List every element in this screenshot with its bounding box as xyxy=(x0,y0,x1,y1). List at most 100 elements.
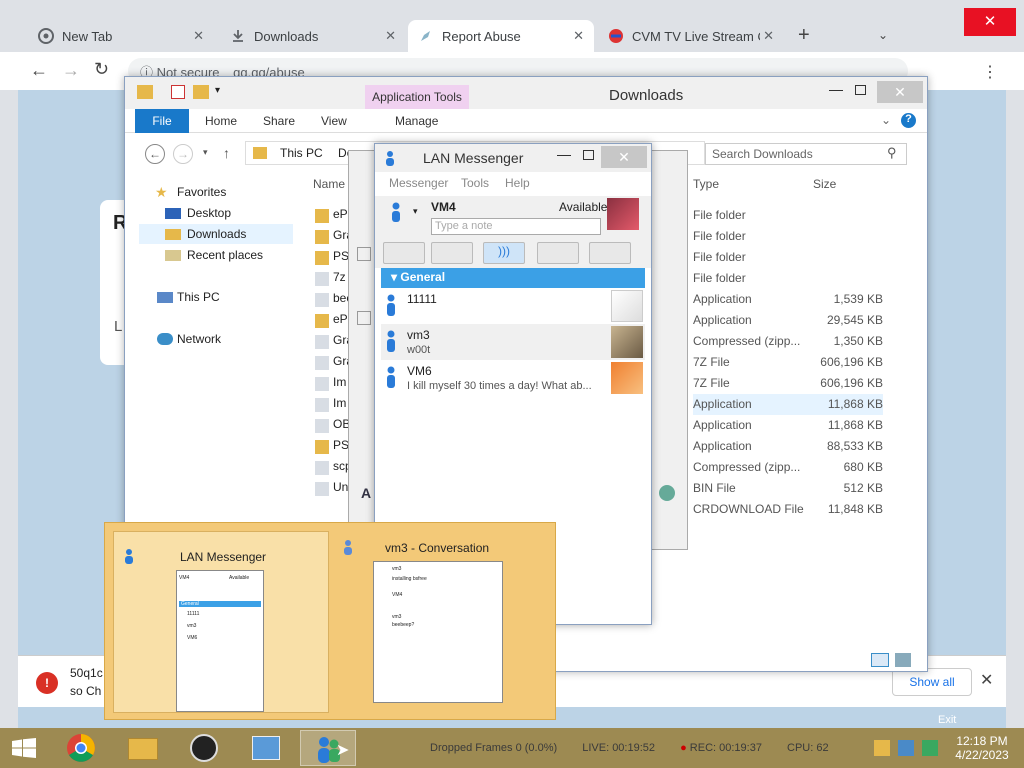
file-row[interactable]: File folder xyxy=(693,226,883,247)
reload-icon[interactable]: ↻ xyxy=(94,59,109,80)
properties-icon[interactable] xyxy=(171,85,185,99)
file-name[interactable]: PS xyxy=(333,249,349,263)
broadcast-button[interactable] xyxy=(383,242,425,264)
tab-home[interactable]: Home xyxy=(195,109,247,133)
group-general[interactable]: ▾ General xyxy=(381,268,645,288)
new-tab-button[interactable]: + xyxy=(798,24,810,47)
file-row[interactable]: Application 1,539 KB xyxy=(693,289,883,310)
new-folder-icon[interactable] xyxy=(193,85,209,99)
note-input[interactable]: Type a note xyxy=(431,218,601,235)
tray-folder-icon[interactable] xyxy=(874,740,890,756)
minimize-icon[interactable]: — xyxy=(829,81,843,97)
close-icon[interactable]: ✕ xyxy=(573,28,584,44)
close-icon[interactable]: ✕ xyxy=(601,146,647,168)
address-this-pc[interactable]: This PC xyxy=(280,146,323,160)
tab-share[interactable]: Share xyxy=(253,109,305,133)
thumbnail-title[interactable]: vm3 - Conversation xyxy=(385,541,489,555)
menu-icon[interactable]: ⋮ xyxy=(982,62,998,82)
tab-manage[interactable]: Manage xyxy=(385,109,448,133)
file-name[interactable]: Im xyxy=(333,396,346,410)
my-status[interactable]: Available xyxy=(559,200,607,214)
start-button[interactable] xyxy=(0,730,48,766)
send-icon[interactable] xyxy=(659,485,675,501)
close-icon[interactable]: ✕ xyxy=(385,28,396,44)
network-tray-icon[interactable] xyxy=(898,740,914,756)
column-size[interactable]: Size xyxy=(813,177,836,191)
status-dropdown-icon[interactable]: ▾ xyxy=(413,206,418,217)
close-window-button[interactable]: ✕ xyxy=(964,8,1016,36)
exit-label[interactable]: Exit xyxy=(938,714,956,726)
tab-cvm-tv[interactable]: CVM TV Live Stream On ✕ xyxy=(598,20,784,52)
menu-messenger[interactable]: Messenger xyxy=(389,176,448,190)
file-row[interactable]: 7Z File 606,196 KB xyxy=(693,373,883,394)
tab-report-abuse[interactable]: Report Abuse ✕ xyxy=(408,20,594,52)
column-name[interactable]: Name xyxy=(313,177,345,191)
nav-this-pc[interactable]: This PC xyxy=(177,290,220,304)
taskbar-chrome[interactable] xyxy=(54,730,110,766)
file-row[interactable]: Compressed (zipp... 1,350 KB xyxy=(693,331,883,352)
contact-item[interactable]: VM6 I kill myself 30 times a day! What a… xyxy=(381,360,645,396)
chevron-down-icon[interactable]: ⌄ xyxy=(881,113,891,127)
nav-favorites[interactable]: Favorites xyxy=(177,185,226,199)
recent-dropdown-icon[interactable]: ▾ xyxy=(203,147,208,158)
my-avatar[interactable] xyxy=(607,198,639,230)
file-row[interactable]: Application 29,545 KB xyxy=(693,310,883,331)
file-name[interactable]: Un xyxy=(333,480,348,494)
menu-tools[interactable]: Tools xyxy=(461,176,489,190)
settings-button[interactable] xyxy=(589,242,631,264)
file-name[interactable]: PS xyxy=(333,438,349,452)
taskbar-control-panel[interactable] xyxy=(238,730,294,766)
contact-item[interactable]: 11111 xyxy=(381,288,645,324)
back-icon[interactable]: ← xyxy=(30,60,48,81)
file-row[interactable]: File folder xyxy=(693,247,883,268)
minimize-icon[interactable]: — xyxy=(557,146,571,162)
thumbnail-lan-messenger[interactable]: LAN Messenger VM4 Available General 1111… xyxy=(113,531,329,713)
close-icon[interactable]: ✕ xyxy=(763,28,774,44)
file-name[interactable]: eP xyxy=(333,312,348,326)
file-name[interactable]: 7z xyxy=(333,270,346,284)
file-name[interactable]: Im xyxy=(333,375,346,389)
show-all-button[interactable]: Show all xyxy=(892,668,972,696)
tab-downloads[interactable]: Downloads ✕ xyxy=(220,20,406,52)
search-input[interactable]: Search Downloads xyxy=(705,143,907,165)
file-row[interactable]: Compressed (zipp... 680 KB xyxy=(693,457,883,478)
large-icons-view-icon[interactable] xyxy=(895,653,911,667)
tab-view[interactable]: View xyxy=(311,109,357,133)
menu-help[interactable]: Help xyxy=(505,176,530,190)
add-contact-button[interactable] xyxy=(537,242,579,264)
details-view-icon[interactable] xyxy=(871,653,889,667)
file-row[interactable]: 7Z File 606,196 KB xyxy=(693,352,883,373)
taskbar-obs[interactable] xyxy=(176,730,232,766)
nav-network[interactable]: Network xyxy=(177,332,221,346)
column-type[interactable]: Type xyxy=(693,177,719,191)
tab-file[interactable]: File xyxy=(135,109,189,133)
close-icon[interactable]: ✕ xyxy=(877,81,923,103)
download-name[interactable]: 50q1c xyxy=(70,666,103,680)
forward-icon[interactable]: → xyxy=(173,144,193,164)
close-icon[interactable]: ✕ xyxy=(193,28,204,44)
nav-downloads[interactable]: Downloads xyxy=(187,227,246,241)
back-icon[interactable]: ← xyxy=(145,144,165,164)
file-row[interactable]: File folder xyxy=(693,205,883,226)
file-transfer-button[interactable] xyxy=(431,242,473,264)
taskbar-explorer[interactable] xyxy=(114,730,170,766)
file-row[interactable]: File folder xyxy=(693,268,883,289)
quick-access-dropdown-icon[interactable]: ▾ xyxy=(215,85,220,96)
rss-button[interactable]: ))) xyxy=(483,242,525,264)
nav-recent-places[interactable]: Recent places xyxy=(187,248,263,262)
file-row[interactable]: Application 11,868 KB xyxy=(693,394,883,415)
file-row[interactable]: BIN File 512 KB xyxy=(693,478,883,499)
file-row[interactable]: Application 88,533 KB xyxy=(693,436,883,457)
maximize-icon[interactable] xyxy=(855,85,866,95)
nav-desktop[interactable]: Desktop xyxy=(187,206,231,220)
system-clock[interactable]: 12:18 PM 4/22/2023 xyxy=(946,734,1018,762)
file-name[interactable]: eP xyxy=(333,207,348,221)
maximize-icon[interactable] xyxy=(583,150,594,160)
close-icon[interactable]: ✕ xyxy=(980,670,993,690)
contact-item[interactable]: vm3 w00t xyxy=(381,324,645,360)
chevron-down-icon[interactable]: ⌄ xyxy=(878,28,888,42)
forward-icon[interactable]: → xyxy=(62,60,80,81)
file-row[interactable]: CRDOWNLOAD File 11,848 KB xyxy=(693,499,883,520)
file-row[interactable]: Application 11,868 KB xyxy=(693,415,883,436)
tab-new-tab[interactable]: New Tab ✕ xyxy=(28,20,214,52)
